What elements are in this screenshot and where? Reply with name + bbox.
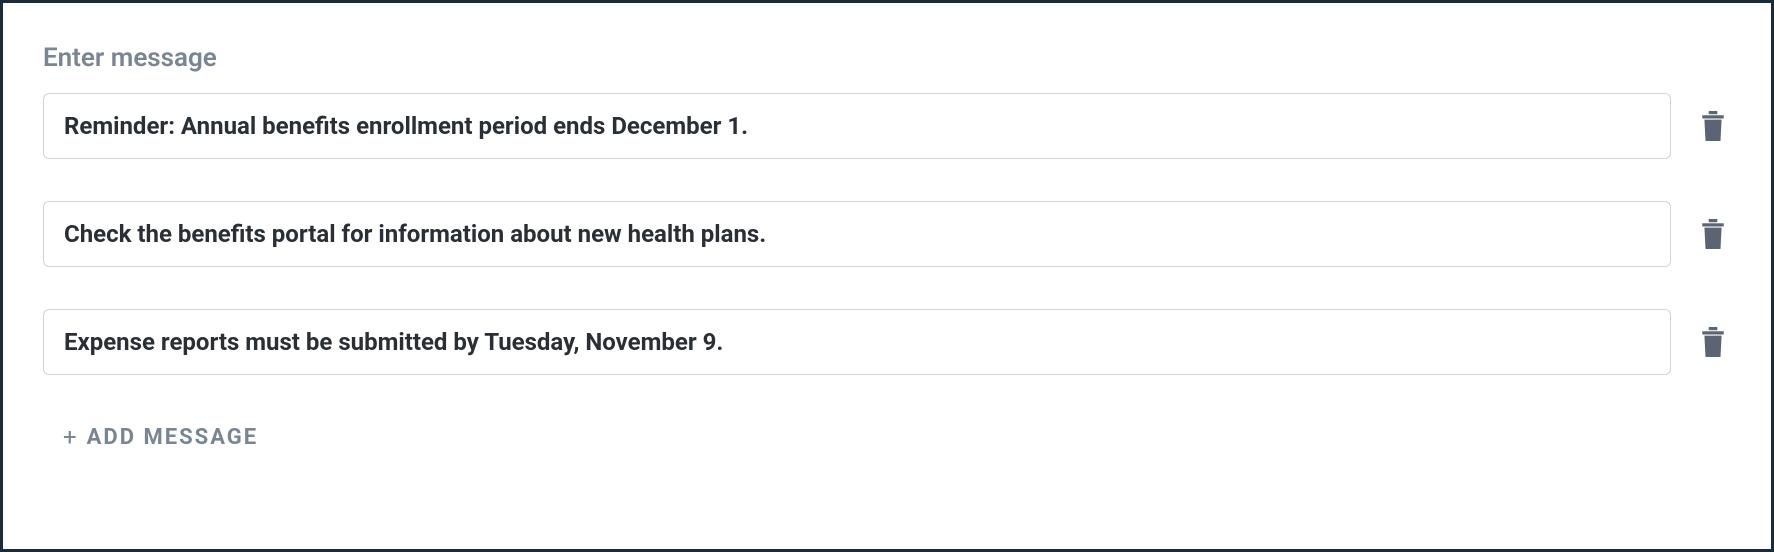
- delete-message-button[interactable]: [1695, 216, 1731, 252]
- plus-icon: +: [63, 423, 79, 451]
- add-message-label: ADD MESSAGE: [87, 425, 259, 450]
- delete-message-button[interactable]: [1695, 324, 1731, 360]
- trash-icon: [1700, 111, 1726, 141]
- message-row: [43, 93, 1731, 159]
- message-row: [43, 201, 1731, 267]
- add-message-button[interactable]: + ADD MESSAGE: [63, 423, 258, 451]
- add-message-row: + ADD MESSAGE: [43, 423, 1731, 451]
- message-input[interactable]: [43, 201, 1671, 267]
- message-input[interactable]: [43, 309, 1671, 375]
- message-input[interactable]: [43, 93, 1671, 159]
- trash-icon: [1700, 219, 1726, 249]
- messages-list: [43, 93, 1731, 375]
- message-row: [43, 309, 1731, 375]
- trash-icon: [1700, 327, 1726, 357]
- message-editor-panel: Enter message: [0, 0, 1774, 552]
- delete-message-button[interactable]: [1695, 108, 1731, 144]
- enter-message-label: Enter message: [43, 43, 1731, 73]
